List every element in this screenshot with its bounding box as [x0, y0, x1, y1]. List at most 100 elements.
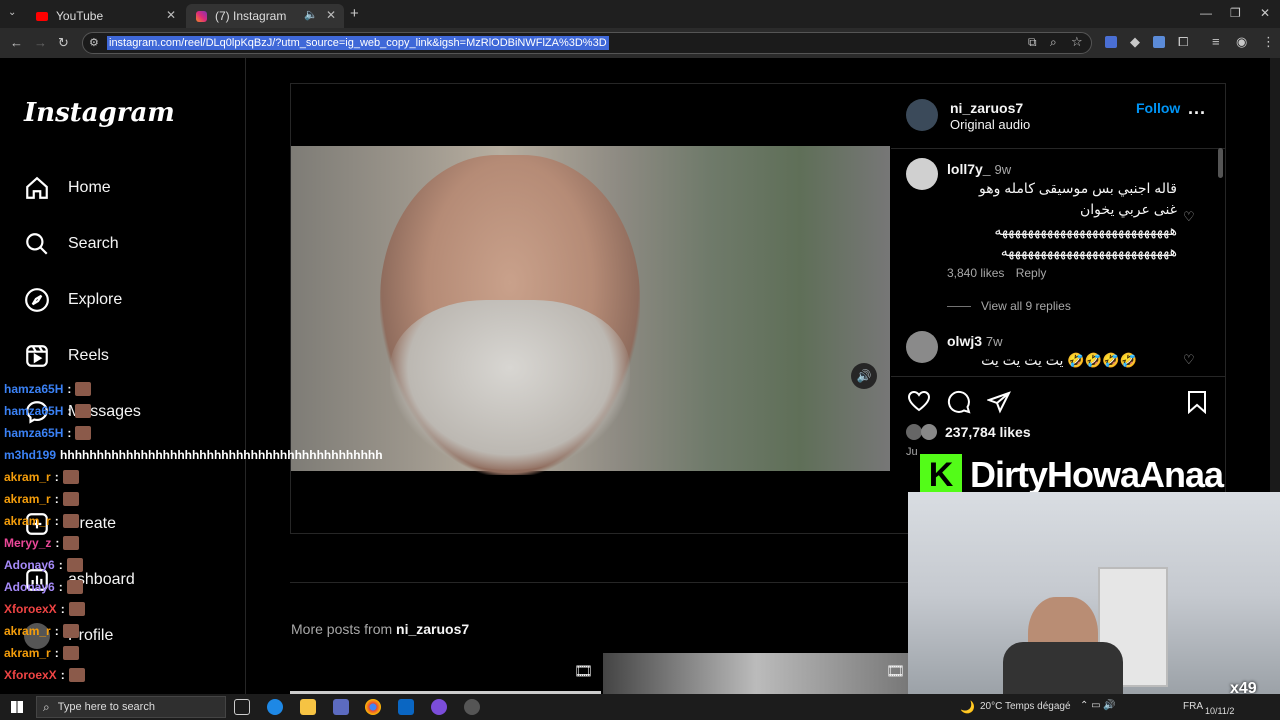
clock-date[interactable]: 10/11/2 [1205, 706, 1234, 716]
comment-time: 9w [994, 162, 1012, 177]
bookmark-star-icon[interactable]: ☆ [1071, 34, 1083, 50]
weather-text[interactable]: 20°C Temps dégagé [980, 701, 1071, 712]
extensions-puzzle-icon[interactable]: ⧠ [1178, 34, 1188, 50]
url-text[interactable]: instagram.com/reel/DLq0lpKqBzJ/?utm_sour… [107, 36, 609, 50]
extension-icon[interactable] [1153, 36, 1165, 48]
tab-title: (7) Instagram [215, 9, 287, 23]
app-icon[interactable] [464, 699, 480, 715]
chat-emote [66, 580, 83, 594]
more-options-icon[interactable]: ... [1188, 98, 1206, 119]
like-icon[interactable] [907, 390, 931, 412]
comment-like-icon[interactable]: ♡ [1183, 209, 1195, 225]
chat-message: akram_r: [4, 470, 79, 484]
profile-icon[interactable]: ◉ [1236, 34, 1247, 50]
outlook-icon[interactable] [398, 699, 414, 715]
back-icon[interactable]: ← [10, 35, 23, 50]
follow-button[interactable]: Follow [1136, 100, 1180, 116]
comment-avatar[interactable] [906, 331, 938, 363]
taskbar-search[interactable]: ⌕ Type here to search [36, 696, 226, 718]
divider [891, 376, 1225, 377]
comment-username[interactable]: olwj3 [947, 333, 982, 349]
author-username[interactable]: ni_zaruos7 [950, 100, 1023, 116]
volume-icon: 🔊 [856, 369, 872, 383]
likes-count[interactable]: 237,784 likes [945, 424, 1031, 440]
tab-instagram[interactable]: (7) Instagram 🔈 ✕ [186, 4, 344, 28]
share-icon[interactable] [987, 390, 1011, 414]
liker-avatar [906, 424, 922, 440]
comment-like-icon[interactable]: ♡ [1183, 352, 1195, 368]
comment-username[interactable]: loll7y_ [947, 161, 991, 177]
task-view-icon[interactable] [234, 699, 250, 715]
site-info-icon[interactable]: ⚙ [89, 36, 99, 49]
new-tab-button[interactable]: + [350, 5, 359, 22]
reading-list-icon[interactable]: ≡ [1212, 34, 1220, 49]
sidebar-item-home[interactable]: Home [24, 172, 111, 204]
comment-icon[interactable] [947, 390, 971, 414]
zoom-icon[interactable]: ⌕ [1050, 35, 1057, 50]
edge-icon[interactable] [267, 699, 283, 715]
divider [891, 148, 1225, 149]
chat-text: : [60, 602, 65, 616]
audio-label[interactable]: Original audio [950, 117, 1030, 132]
chat-username: Adonay6 [4, 558, 55, 572]
reload-icon[interactable]: ↻ [58, 35, 69, 51]
more-posts-user[interactable]: ni_zaruos7 [396, 621, 469, 637]
chat-emote [75, 426, 92, 440]
address-bar[interactable]: ⚙ instagram.com/reel/DLq0lpKqBzJ/?utm_so… [82, 32, 1092, 54]
tray-icons[interactable]: ⌃ ▭ 🔊 [1080, 700, 1116, 711]
mute-button[interactable]: 🔊 [851, 363, 877, 389]
tab-list-icon[interactable]: ⌄ [8, 7, 16, 18]
reel-badge-icon: 🎞 [886, 663, 906, 680]
comment-avatar[interactable] [906, 158, 938, 190]
store-icon[interactable] [333, 699, 349, 715]
more-post-thumbnail[interactable] [603, 653, 910, 694]
chat-username: akram_r [4, 492, 51, 506]
chat-message: hamza65H: [4, 404, 92, 418]
chat-emote [66, 558, 83, 572]
youtube-icon [36, 11, 48, 21]
minimize-icon[interactable]: — [1200, 6, 1212, 20]
channel-name: DirtyHowaAnaa [970, 454, 1224, 495]
close-icon[interactable]: ✕ [326, 8, 336, 22]
search-icon: ⌕ [43, 699, 50, 714]
comment-line: ههههههههههههههههههههههههههه [1000, 243, 1177, 259]
tab-youtube[interactable]: YouTube ✕ [26, 4, 184, 28]
comments-scrollbar[interactable] [1218, 148, 1223, 178]
windows-start-icon[interactable] [11, 701, 23, 713]
chat-username: akram_r [4, 646, 51, 660]
extension-icon[interactable] [1105, 36, 1117, 48]
chat-message: Meryy_z: [4, 536, 80, 550]
mute-tab-icon[interactable]: 🔈 [304, 8, 318, 21]
chat-message: akram_r: [4, 624, 79, 638]
extension-icon[interactable]: ◆ [1130, 34, 1140, 50]
chat-emote [62, 470, 79, 484]
instagram-logo[interactable]: Instagram [24, 98, 175, 128]
sidebar-item-explore[interactable]: Explore [24, 284, 122, 316]
language-indicator[interactable]: FRA [1183, 701, 1203, 712]
post-date: Ju [906, 446, 918, 458]
install-icon[interactable]: ⧉ [1028, 35, 1037, 50]
reply-button[interactable]: Reply [1016, 266, 1047, 280]
sidebar-item-reels[interactable]: Reels [24, 340, 109, 372]
close-icon[interactable]: ✕ [166, 8, 176, 22]
chat-message: akram_r: [4, 514, 79, 528]
tab-title: YouTube [56, 9, 104, 23]
close-window-icon[interactable]: ✕ [1260, 6, 1270, 20]
compass-icon [25, 288, 49, 312]
chat-text: hhhhhhhhhhhhhhhhhhhhhhhhhhhhhhhhhhhhhhhh… [60, 448, 383, 462]
forward-icon[interactable]: → [34, 35, 47, 50]
sidebar-item-search[interactable]: Search [24, 228, 119, 260]
webcam-overlay: x49 [908, 492, 1280, 698]
view-replies-button[interactable]: View all 9 replies [981, 299, 1071, 313]
chrome-icon[interactable] [365, 699, 381, 715]
menu-icon[interactable]: ⋮ [1262, 34, 1275, 50]
app-icon[interactable] [431, 699, 447, 715]
save-icon[interactable] [1187, 390, 1207, 414]
file-explorer-icon[interactable] [300, 699, 316, 715]
author-avatar[interactable] [906, 99, 938, 131]
restore-icon[interactable]: ❐ [1230, 6, 1241, 20]
comment-likes[interactable]: 3,840 likes [947, 266, 1004, 280]
chat-message: XforoexX: [4, 602, 85, 616]
search-icon [26, 233, 48, 255]
chat-text: : [54, 492, 59, 506]
